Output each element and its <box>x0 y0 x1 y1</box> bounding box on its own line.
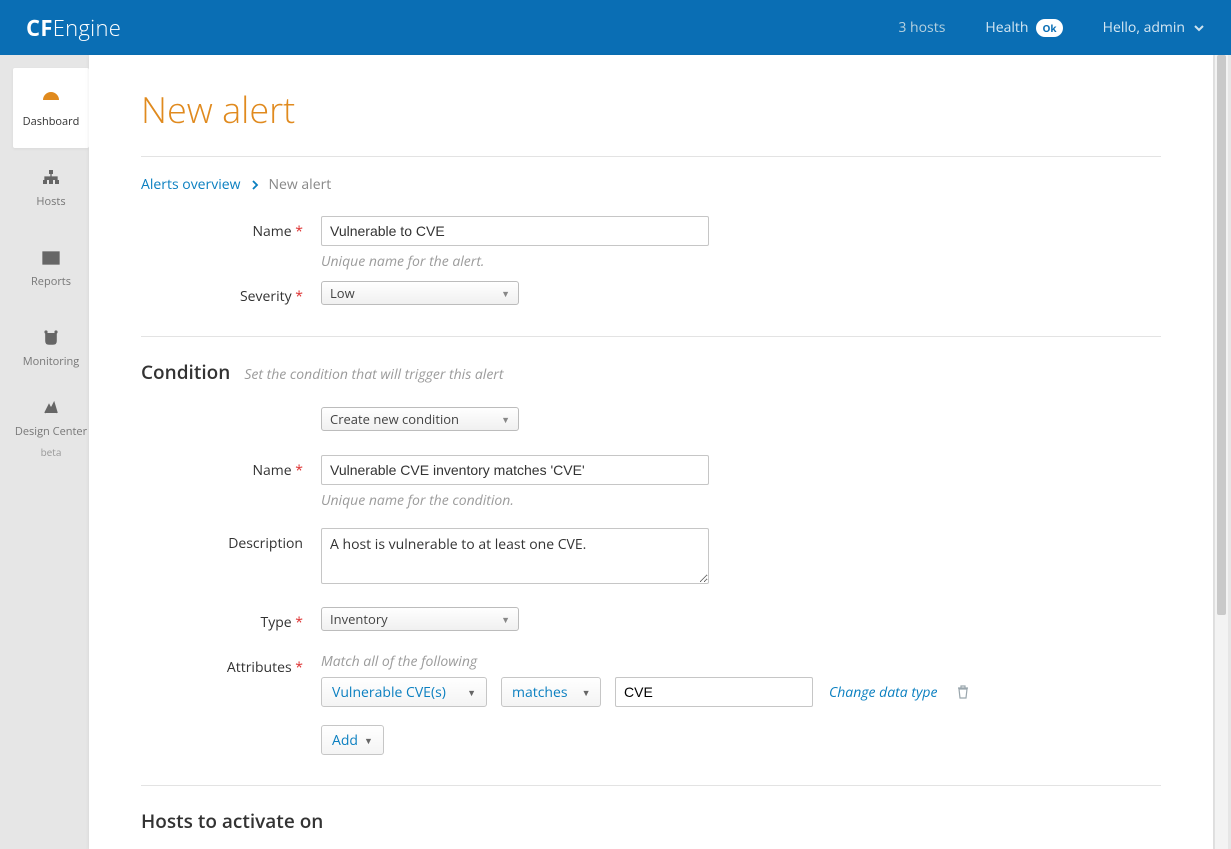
condition-preset-select[interactable]: Create new condition ▼ <box>321 407 519 431</box>
attributes-hint: Match all of the following <box>321 652 969 671</box>
attribute-field-value: Vulnerable CVE(s) <box>332 683 446 702</box>
label-condition-name: Name * <box>141 455 321 510</box>
change-data-type-link[interactable]: Change data type <box>829 683 937 702</box>
chevron-down-icon <box>1193 22 1205 34</box>
breadcrumb-root-link[interactable]: Alerts overview <box>141 175 241 194</box>
breadcrumb-current: New alert <box>269 175 332 194</box>
health-label: Health <box>985 18 1028 37</box>
hosts-count-text: 3 hosts <box>898 18 945 37</box>
top-bar: CFEngine 3 hosts Health Ok Hello, admin <box>0 0 1231 55</box>
sidebar-item-label: Design Center <box>15 424 87 439</box>
label-severity: Severity * <box>141 281 321 306</box>
trash-icon <box>957 685 969 699</box>
user-menu[interactable]: Hello, admin <box>1103 18 1205 37</box>
logo-bold: CF <box>26 13 53 43</box>
reports-icon <box>40 248 62 268</box>
condition-preset-value: Create new condition <box>330 410 459 428</box>
sidebar-item-dashboard[interactable]: Dashboard <box>13 68 89 148</box>
page-title: New alert <box>141 85 1161 134</box>
sidebar-item-hosts[interactable]: Hosts <box>13 148 89 228</box>
condition-header: Condition Set the condition that will tr… <box>141 359 1161 385</box>
condition-subtitle: Set the condition that will trigger this… <box>244 365 503 384</box>
caret-down-icon: ▼ <box>467 686 476 699</box>
sidebar-item-monitoring[interactable]: Monitoring <box>13 308 89 388</box>
alert-name-hint: Unique name for the alert. <box>321 252 709 271</box>
dropdown-arrow-icon: ▼ <box>501 613 510 626</box>
attribute-value-input[interactable] <box>615 677 813 707</box>
row-condition-preset: Create new condition ▼ <box>141 407 1161 431</box>
alert-name-input[interactable] <box>321 216 709 246</box>
row-description: Description <box>141 528 1161 589</box>
condition-title: Condition <box>141 359 230 385</box>
attribute-row: Vulnerable CVE(s) ▼ matches ▼ Change dat… <box>321 677 969 707</box>
label-alert-name: Name * <box>141 216 321 271</box>
divider <box>141 785 1161 786</box>
type-value: Inventory <box>330 610 388 628</box>
description-textarea[interactable] <box>321 528 709 584</box>
attribute-operator-select[interactable]: matches ▼ <box>501 677 601 707</box>
severity-value: Low <box>330 284 355 302</box>
chevron-right-icon <box>251 180 259 190</box>
sidebar: Dashboard Hosts Reports Monitoring Desig… <box>13 68 89 468</box>
delete-attribute-button[interactable] <box>957 685 969 699</box>
type-select[interactable]: Inventory ▼ <box>321 607 519 631</box>
sidebar-item-design-center[interactable]: Design Center beta <box>13 388 89 468</box>
scrollbar[interactable] <box>1214 55 1228 849</box>
logo: CFEngine <box>26 13 121 43</box>
main-content: New alert Alerts overview New alert Name… <box>89 55 1213 849</box>
label-type: Type * <box>141 607 321 632</box>
sidebar-item-label: Reports <box>31 274 71 289</box>
dropdown-arrow-icon: ▼ <box>501 413 510 426</box>
sidebar-item-sublabel: beta <box>41 445 62 459</box>
scrollbar-thumb[interactable] <box>1217 55 1226 615</box>
label-attributes: Attributes * <box>141 652 321 755</box>
breadcrumb: Alerts overview New alert <box>141 175 1161 194</box>
sidebar-item-label: Hosts <box>36 194 65 209</box>
health-indicator[interactable]: Health Ok <box>985 18 1062 37</box>
sidebar-item-reports[interactable]: Reports <box>13 228 89 308</box>
divider <box>141 336 1161 337</box>
sidebar-item-label: Monitoring <box>23 354 80 369</box>
health-badge: Ok <box>1036 19 1062 37</box>
dashboard-icon <box>40 88 62 108</box>
divider <box>141 156 1161 157</box>
attribute-field-select[interactable]: Vulnerable CVE(s) ▼ <box>321 677 487 707</box>
row-type: Type * Inventory ▼ <box>141 607 1161 632</box>
label-description: Description <box>141 528 321 589</box>
logo-rest: Engine <box>53 13 121 43</box>
user-greeting: Hello, admin <box>1103 18 1185 37</box>
sidebar-item-label: Dashboard <box>23 114 80 129</box>
add-attribute-button[interactable]: Add ▼ <box>321 725 384 755</box>
add-label: Add <box>332 731 358 750</box>
condition-name-input[interactable] <box>321 455 709 485</box>
monitoring-icon <box>40 328 62 348</box>
row-alert-name: Name * Unique name for the alert. <box>141 216 1161 271</box>
severity-select[interactable]: Low ▼ <box>321 281 519 305</box>
row-attributes: Attributes * Match all of the following … <box>141 652 1161 755</box>
hosts-section-title: Hosts to activate on <box>141 808 1161 834</box>
row-severity: Severity * Low ▼ <box>141 281 1161 306</box>
attribute-operator-value: matches <box>512 683 568 702</box>
row-condition-name: Name * Unique name for the condition. <box>141 455 1161 510</box>
caret-down-icon: ▼ <box>364 734 373 747</box>
condition-name-hint: Unique name for the condition. <box>321 491 709 510</box>
caret-down-icon: ▼ <box>582 686 591 699</box>
design-center-icon <box>40 398 62 418</box>
hosts-count-link[interactable]: 3 hosts <box>898 18 945 37</box>
dropdown-arrow-icon: ▼ <box>501 287 510 300</box>
hosts-icon <box>40 168 62 188</box>
